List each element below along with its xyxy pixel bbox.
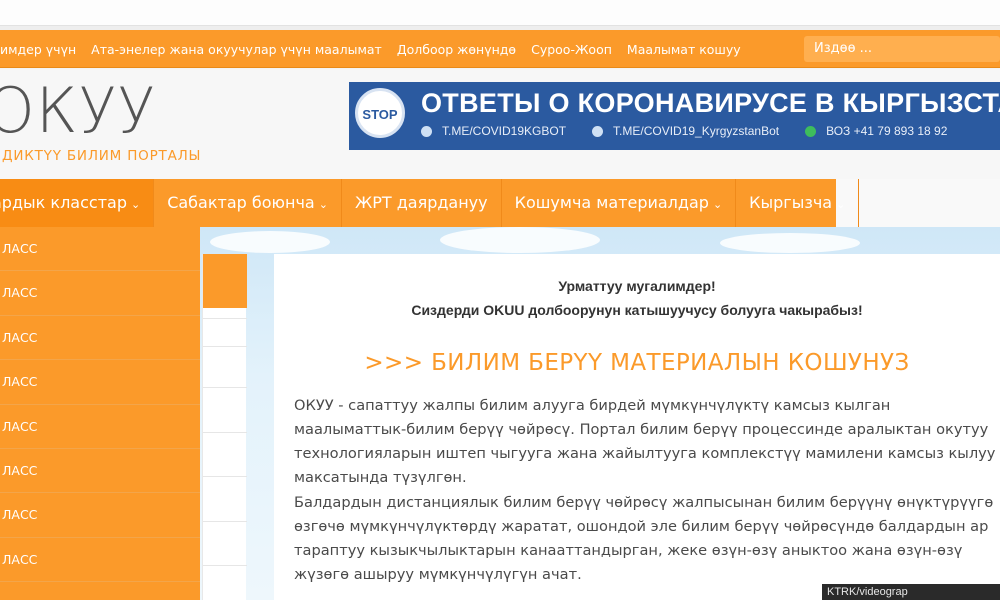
top-link[interactable]: Маалымат кошуу [627, 42, 741, 57]
intro-paragraph-1: ОКУУ - сапаттуу жалпы билим алууга бирде… [294, 397, 996, 486]
class-menu-item[interactable]: ЛАСС [0, 360, 200, 405]
main-nav: ардык класстар ⌄ Сабактар боюнча ⌄ ЖРТ даярд… [0, 179, 1000, 227]
whatsapp-icon [805, 125, 817, 137]
class-menu-item[interactable]: ЛАСС [0, 493, 200, 538]
top-link[interactable]: Ата-энелер жана окуучулар үчүн маалымат [91, 42, 382, 57]
telegram-icon [592, 125, 604, 137]
class-menu-item[interactable]: ЛАСС [0, 227, 200, 272]
class-menu-item[interactable]: ЛАСС [0, 271, 200, 316]
main-nav-label: Кошумча материалдар [514, 193, 709, 212]
secondary-sidebar [202, 254, 247, 600]
main-nav-label: Сабактар боюнча [167, 193, 315, 212]
site-logo[interactable]: ОКУУ [0, 76, 156, 146]
greeting-line-2: Сиздерди OKUU долбоорунун катышуучусу бо… [411, 302, 863, 318]
main-nav-label: ардык класстар [0, 193, 127, 212]
main-content: Урматтуу мугалимдер! Сиздерди OKUU долбо… [274, 254, 1000, 600]
chevron-down-icon: ⌄ [712, 198, 723, 211]
chevron-down-icon: ⌄ [836, 198, 846, 211]
screen: лимдер үчүн Ата-энелер жана окуучулар үчү… [0, 0, 1000, 600]
main-nav-label: ЖРТ даярдануу [354, 193, 488, 212]
class-dropdown-menu: ЛАСС ЛАСС ЛАСС ЛАСС ЛАСС ЛАСС ЛАСС ЛАСС [0, 227, 200, 600]
chevron-down-icon: ⌄ [318, 198, 328, 211]
covid-banner[interactable]: STOP ОТВЕТЫ О КОРОНАВИРУСЕ В КЫРГЫЗСТАН … [349, 82, 1000, 150]
site-tagline: ДИКТҮҮ БИЛИМ ПОРТАЛЫ [2, 148, 202, 164]
top-link[interactable]: лимдер үчүн [0, 42, 76, 57]
chevron-down-icon: ⌄ [130, 198, 141, 211]
search-input[interactable]: Издөө ... [804, 36, 1000, 62]
class-menu-item[interactable]: ЛАСС [0, 538, 200, 583]
class-menu-item[interactable]: ЛАСС [0, 449, 200, 494]
main-nav-item[interactable]: Сабактар боюнча ⌄ [154, 179, 342, 227]
browser-top-strip [0, 0, 1000, 30]
sidebar-active-tab[interactable] [203, 254, 247, 308]
telegram-icon [421, 125, 432, 137]
banner-contact: T.ME/COVID19_KyrgyzstanBot [592, 124, 779, 138]
main-nav-label: Кыргызча [749, 193, 833, 212]
video-credit: KTRK/videograp [822, 584, 1000, 600]
class-menu-item[interactable]: ЛАСС [0, 316, 200, 361]
add-material-link[interactable]: >>> БИЛИМ БЕРҮҮ МАТЕРИАЛЫН КОШУНУЗ [274, 350, 1000, 376]
top-link[interactable]: Суроо-Жооп [531, 42, 612, 57]
banner-contact: T.ME/COVID19KGBOT [421, 124, 566, 138]
main-nav-item[interactable]: ЖРТ даярдануу [342, 179, 502, 227]
intro-paragraph-2: Балдардын дистанциялык билим берүү чөйрө… [294, 494, 994, 583]
banner-title: ОТВЕТЫ О КОРОНАВИРУСЕ В КЫРГЫЗСТАН [421, 88, 1000, 118]
main-nav-item[interactable]: Кошумча материалдар ⌄ [502, 179, 737, 227]
top-link[interactable]: Долбоор жөнүндө [397, 42, 516, 57]
greeting-line-1: Урматтуу мугалимдер! [558, 278, 716, 294]
main-nav-item[interactable]: ардык класстар ⌄ [0, 179, 155, 227]
stop-badge-icon: STOP [355, 88, 405, 138]
class-menu-item[interactable]: ЛАСС [0, 405, 200, 449]
banner-contact: ВОЗ +41 79 893 18 92 [805, 124, 947, 138]
main-nav-item[interactable]: Кыргызча ⌄ [736, 179, 860, 227]
